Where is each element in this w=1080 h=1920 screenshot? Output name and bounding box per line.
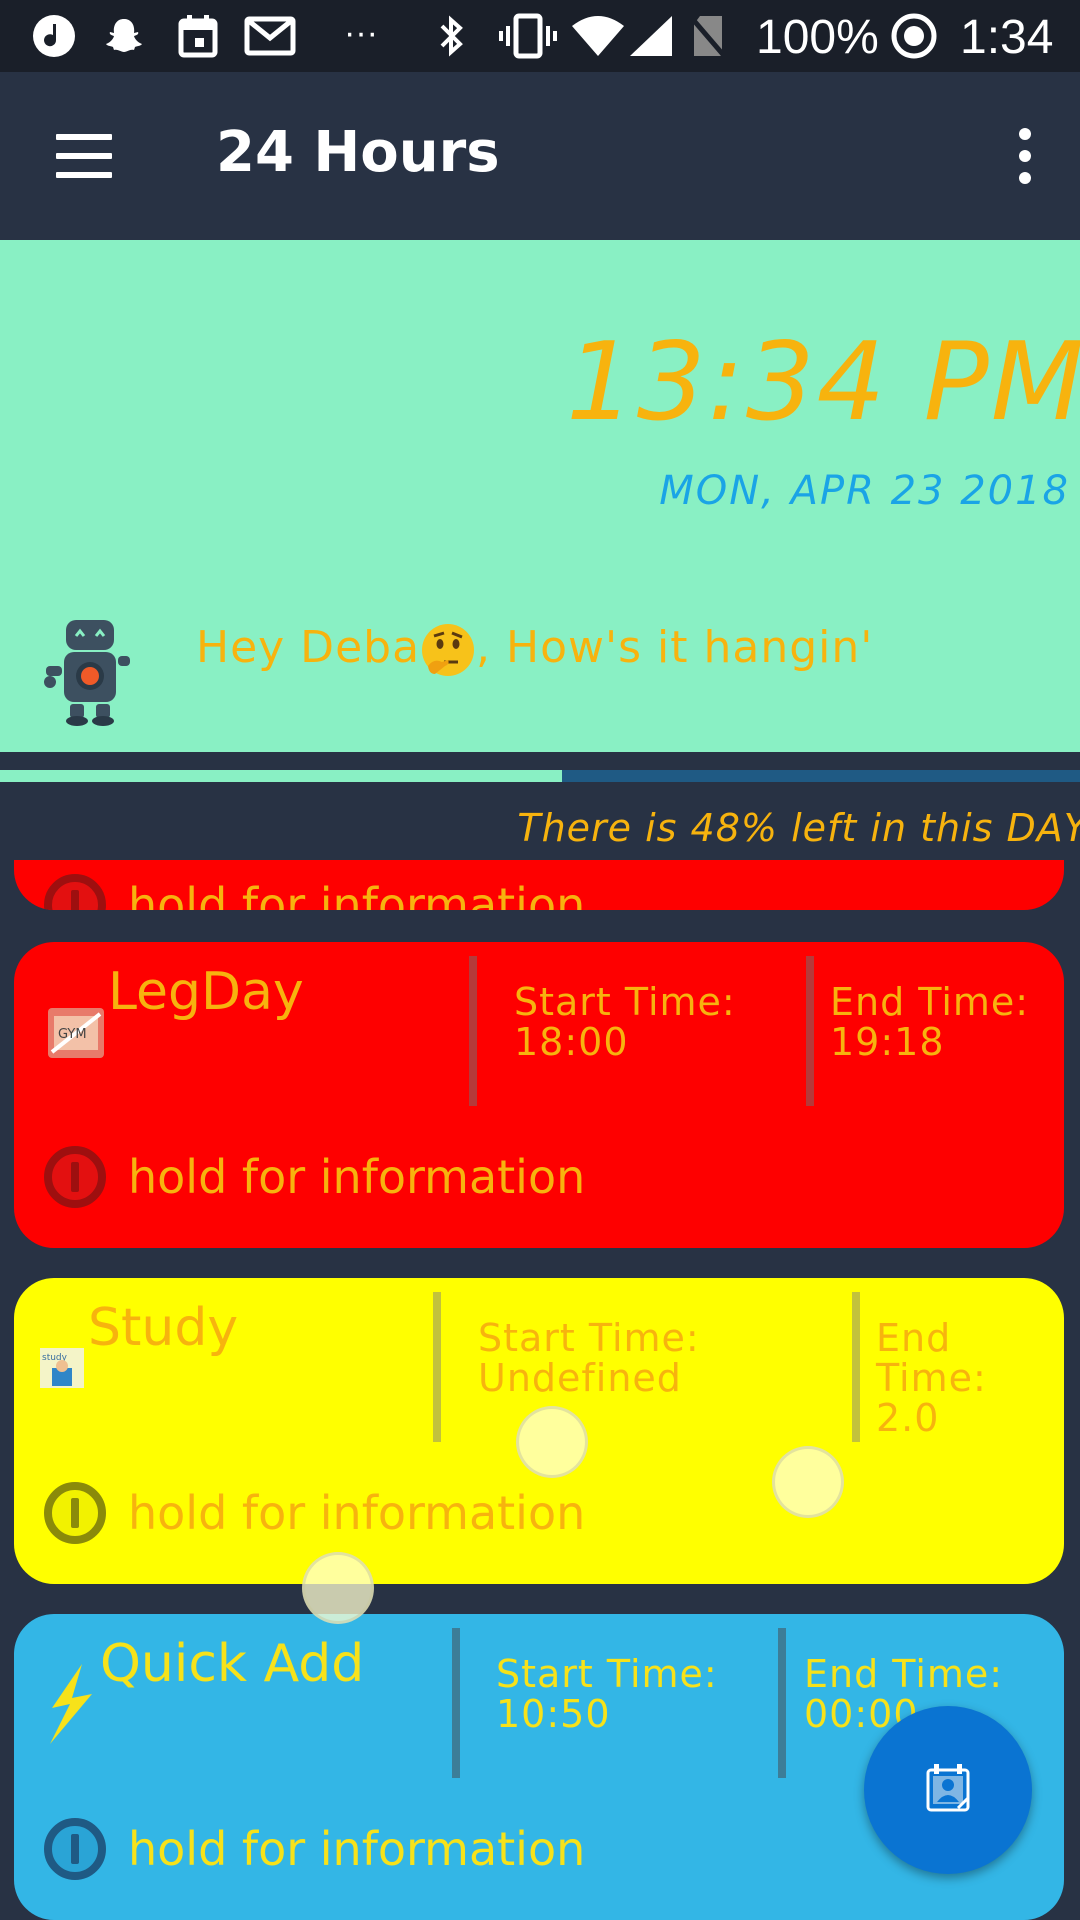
header-panel: 13:34 PM MON, APR 23 2018 Hey Deba , How'…	[0, 240, 1080, 752]
column-divider	[469, 956, 477, 1106]
info-row: hold for information	[44, 1814, 585, 1884]
study-thumbnail-icon: study	[40, 1348, 84, 1388]
info-row: hold for information	[44, 870, 585, 910]
task-card[interactable]: hold for information	[14, 860, 1064, 910]
column-divider	[452, 1628, 460, 1778]
info-hint: hold for information	[128, 1486, 586, 1540]
start-time-label: Start Time:	[478, 1316, 700, 1360]
touch-indicator	[772, 1446, 844, 1518]
app-bar: 24 Hours	[0, 72, 1080, 240]
wifi-icon	[570, 12, 626, 60]
touch-indicator	[302, 1552, 374, 1624]
column-divider	[806, 956, 814, 1106]
end-time-value: 19:18	[830, 1020, 945, 1064]
info-row: hold for information	[44, 1142, 585, 1212]
app-title: 24 Hours	[216, 120, 500, 185]
end-time-label: End	[876, 1316, 952, 1360]
menu-icon[interactable]	[56, 134, 112, 178]
start-time-value: 10:50	[496, 1692, 611, 1736]
end-time-label: End Time:	[830, 980, 1030, 1024]
calendar-icon	[176, 12, 220, 60]
day-progress-bar	[0, 770, 1080, 782]
greeting-text: Hey Deba , How's it hangin'	[196, 622, 873, 678]
gym-thumbnail-text: GYM	[58, 1027, 87, 1042]
end-time-label: End Time:	[804, 1652, 1004, 1696]
info-hint: hold for information	[128, 1822, 586, 1876]
robot-avatar-icon	[40, 618, 140, 728]
info-hint: hold for information	[128, 878, 586, 910]
column-divider	[778, 1628, 786, 1778]
touch-indicator	[516, 1406, 588, 1478]
bluetooth-icon	[432, 12, 472, 60]
start-time-label: Start Time:	[496, 1652, 718, 1696]
vibrate-icon	[498, 12, 558, 60]
clock-date: MON, APR 23 2018	[659, 468, 1070, 514]
signal-icon	[628, 12, 674, 60]
column-divider	[433, 1292, 441, 1442]
add-event-button[interactable]	[864, 1706, 1032, 1874]
thinking-face-icon	[420, 622, 476, 678]
status-time: 1:34	[960, 11, 1054, 64]
column-divider	[852, 1292, 860, 1442]
snapchat-icon	[102, 12, 146, 60]
more-options-icon[interactable]	[1010, 128, 1040, 184]
start-time-value: Undefined	[478, 1356, 682, 1400]
info-icon	[44, 1482, 106, 1544]
alarm-icon	[890, 12, 938, 60]
gmail-icon	[244, 12, 296, 60]
status-bar: ··· 100% 1:34	[0, 0, 1080, 72]
clock-time: 13:34 PM	[566, 320, 1080, 445]
day-remaining-text: There is 48% left in this DAY	[517, 806, 1080, 850]
start-time-label: Start Time:	[514, 980, 736, 1024]
task-card-legday[interactable]: GYM LegDay Start Time: 18:00 End Time: 1…	[14, 942, 1064, 1248]
battery-percentage: 100%	[756, 11, 879, 64]
info-icon	[44, 874, 106, 910]
task-name: Quick Add	[100, 1634, 365, 1694]
end-time-value: 2.0	[876, 1396, 940, 1440]
info-row: hold for information	[44, 1478, 585, 1548]
info-hint: hold for information	[128, 1150, 586, 1204]
gym-thumbnail-icon: GYM	[48, 1008, 104, 1058]
task-name: Study	[88, 1298, 239, 1358]
no-sim-icon	[688, 12, 728, 60]
greeting-name: Hey Deba	[196, 622, 421, 673]
lightning-icon	[44, 1664, 98, 1744]
day-progress-fill	[0, 770, 562, 782]
info-icon	[44, 1146, 106, 1208]
start-time-value: 18:00	[514, 1020, 629, 1064]
more-notifications: ···	[344, 14, 378, 52]
calendar-contact-icon	[922, 1762, 974, 1818]
info-icon	[44, 1818, 106, 1880]
task-name: LegDay	[108, 962, 304, 1022]
end-time-label-2: Time:	[876, 1356, 987, 1400]
greeting-rest: , How's it hangin'	[476, 622, 874, 673]
music-app-icon	[32, 12, 76, 60]
